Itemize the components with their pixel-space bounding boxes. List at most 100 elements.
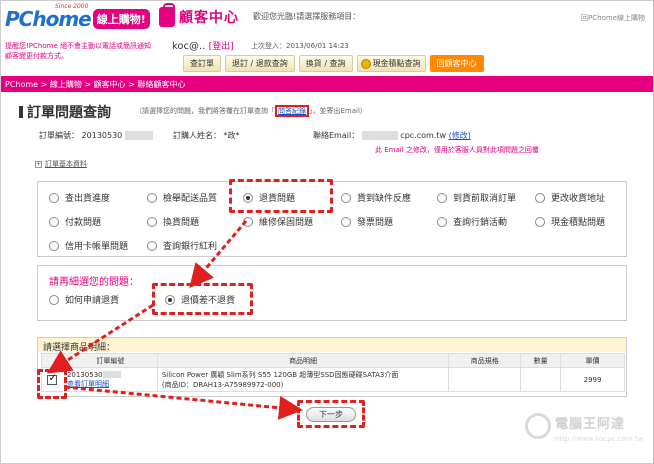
edit-email-link[interactable]: (修改)	[449, 131, 471, 140]
problem-option[interactable]: 信用卡帳單問題	[49, 239, 128, 252]
problem-option-label: 查詢行銷活動	[453, 218, 508, 228]
problem-option[interactable]: 查詢銀行紅利	[147, 239, 217, 252]
problem-option[interactable]: 查出貨進度	[49, 191, 110, 204]
email-value: cpc.com.tw	[400, 131, 447, 140]
expand-icon: +	[35, 160, 42, 168]
problem-option[interactable]: 貨到缺件反應	[341, 191, 411, 204]
masked-text	[361, 131, 398, 140]
radio-button[interactable]	[341, 216, 351, 227]
problem-option[interactable]: 換貨問題	[147, 215, 199, 228]
hint-suffix: 」，並寄出Email）	[309, 107, 367, 115]
order-number-label: 訂單編號：	[39, 131, 79, 140]
user-info: koc@.. [登出]	[172, 39, 234, 52]
watermark-url: http://www.kocpc.com.tw	[555, 435, 644, 443]
radio-button[interactable]	[49, 294, 59, 305]
order-number-cell: 20130530 查看訂單明細	[62, 367, 158, 392]
problem-option-label: 查詢銀行紅利	[163, 242, 218, 252]
radio-button[interactable]	[535, 192, 545, 203]
problem-option[interactable]: 到貨前取消訂單	[437, 191, 516, 204]
highlight-product-checkbox	[37, 369, 67, 399]
buyer-info: 訂購人姓名： *政*	[173, 130, 240, 141]
problem-option[interactable]: 檢舉配送品質	[147, 191, 217, 204]
problem-option-label: 換貨問題	[163, 218, 200, 228]
radio-button[interactable]	[243, 216, 253, 227]
email-info: 聯絡Email： cpc.com.tw (修改)	[313, 130, 471, 141]
last-login: 上次登入：2013/06/01 14:23	[251, 42, 349, 50]
radio-button[interactable]	[49, 240, 59, 251]
radio-button[interactable]	[147, 240, 157, 251]
tab-exchange[interactable]: 換貨 / 查詢	[298, 55, 353, 72]
tab-customer-center[interactable]: 回顧客中心	[429, 55, 484, 72]
watermark-logo-icon	[525, 413, 551, 439]
spec-cell	[448, 367, 522, 392]
problem-option-label: 更改收貨地址	[551, 194, 606, 204]
title-marker	[19, 106, 23, 118]
tab-cash-points-label: 現金積點查詢	[372, 59, 421, 68]
table-header: 單價	[560, 353, 625, 368]
radio-button[interactable]	[341, 192, 351, 203]
product-box-header	[38, 338, 626, 352]
pchome-logo[interactable]: PChome Since 2000 線上購物!	[5, 3, 150, 31]
problem-option-label: 信用卡帳單問題	[65, 242, 129, 252]
logout-link[interactable]: [登出]	[209, 42, 234, 52]
sub-option-how-to-return[interactable]: 如何申請退貨	[49, 293, 119, 306]
radio-button[interactable]	[147, 216, 157, 227]
problem-option[interactable]: 現金積點問題	[535, 215, 605, 228]
qa-record-link[interactable]: 問答紀錄	[275, 105, 309, 117]
radio-button[interactable]	[49, 216, 59, 227]
table-header-select	[41, 353, 64, 368]
problem-option-label: 付款問題	[65, 218, 102, 228]
problem-option-label: 查出貨進度	[65, 194, 111, 204]
product-detail-cell: Silicon Power 廣穎 Slim系列 S55 120GB 超薄型SSD…	[156, 367, 450, 392]
problem-option-label: 現金積點問題	[551, 218, 606, 228]
shop-badge: 線上購物!	[92, 9, 150, 29]
hint-prefix: （請選擇您的問題，我們將答覆在訂單查詢「	[135, 107, 275, 115]
breadcrumb: PChome > 線上購物 > 顧客中心 > 聯絡顧客中心	[5, 80, 186, 89]
order-detail-link[interactable]: 查看訂單明細	[67, 380, 157, 389]
order-basic-toggle[interactable]: + 訂單基本資料	[35, 159, 87, 169]
product-question: 請選擇商品明細：	[43, 343, 116, 353]
problem-option-label: 檢舉配送品質	[163, 194, 218, 204]
back-to-shop-label: 回PChome線上購物	[581, 14, 645, 22]
radio-button[interactable]	[437, 192, 447, 203]
tab-refund[interactable]: 退訂 / 退款查詢	[225, 55, 295, 72]
problem-option-label: 發票問題	[357, 218, 394, 228]
tab-cash-points[interactable]: 現金積點查詢	[356, 55, 426, 72]
problem-option[interactable]: 查詢行銷活動	[437, 215, 507, 228]
back-to-shop-link[interactable]: 回PChome線上購物	[581, 13, 645, 23]
coin-icon	[360, 58, 371, 69]
radio-button[interactable]	[437, 216, 447, 227]
order-basic-label: 訂單基本資料	[45, 160, 87, 168]
masked-text	[124, 131, 153, 140]
radio-button[interactable]	[49, 192, 59, 203]
page: PChome Since 2000 線上購物! 顧客中心 歡迎您光臨!請選擇服務…	[0, 0, 654, 464]
table-header: 數量	[520, 353, 562, 368]
product-table: 訂單編號 商品明細 商品規格 數量 單價 20130530 查看訂單明細 Sil…	[41, 353, 625, 392]
radio-button[interactable]	[147, 192, 157, 203]
order-number-info: 訂單編號： 20130530	[39, 130, 153, 141]
email-note: 此 Email 之修改，僅用於客服人員對此項問題之回覆	[375, 146, 539, 154]
row-order-number: 20130530	[66, 370, 103, 379]
qty-cell	[520, 367, 562, 392]
order-number-value: 20130530	[81, 131, 123, 140]
masked-text	[102, 371, 121, 378]
problem-option-label: 維修保固問題	[259, 218, 314, 228]
title-hint: （請選擇您的問題，我們將答覆在訂單查詢「 問答紀錄 」，並寄出Email）	[135, 105, 367, 117]
logo-since: Since 2000	[55, 3, 89, 10]
radio-button[interactable]	[535, 216, 545, 227]
welcome-text: 歡迎您光臨!請選擇服務項目：	[253, 12, 361, 21]
service-tabs: 查訂單 退訂 / 退款查詢 換貨 / 查詢 現金積點查詢 回顧客中心	[183, 55, 484, 72]
product-id: (商品ID：DRAH13-A75989972-000)	[161, 380, 284, 389]
customer-center-title: 顧客中心	[179, 10, 239, 26]
table-header: 商品規格	[448, 353, 522, 368]
buyer-label: 訂購人姓名：	[173, 131, 221, 140]
problem-option[interactable]: 維修保固問題	[243, 215, 313, 228]
problem-option[interactable]: 發票問題	[341, 215, 393, 228]
tab-orders[interactable]: 查訂單	[183, 55, 221, 72]
table-row: 20130530 查看訂單明細 Silicon Power 廣穎 Slim系列 …	[41, 367, 625, 392]
problem-option[interactable]: 更改收貨地址	[535, 191, 605, 204]
problem-option[interactable]: 付款問題	[49, 215, 101, 228]
sub-question-label: 請再細選您的問題：	[49, 277, 139, 288]
watermark-text: 電腦王阿達	[555, 417, 626, 432]
page-title: 訂單問題查詢	[27, 105, 111, 121]
